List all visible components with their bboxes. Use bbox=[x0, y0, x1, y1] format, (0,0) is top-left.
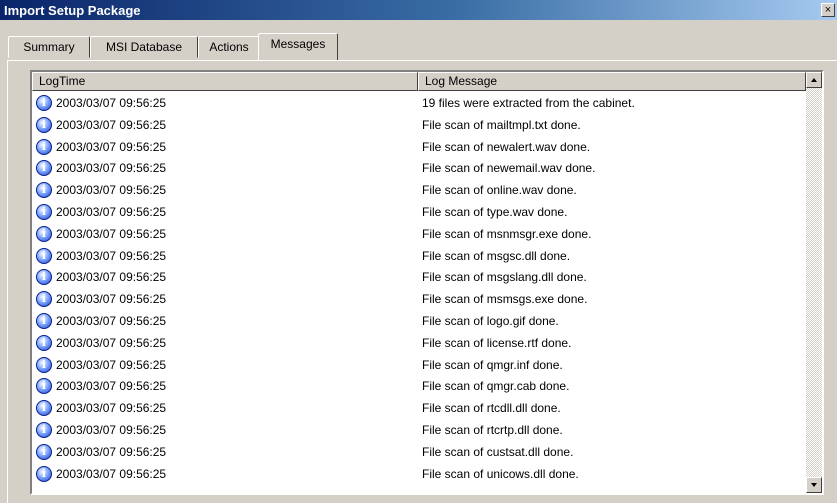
table-row[interactable]: i 2003/03/07 09:56:25 File scan of custsat… bbox=[32, 442, 806, 464]
info-icon: i bbox=[36, 356, 52, 373]
log-message-cell: 19 files were extracted from the cabinet… bbox=[422, 96, 635, 110]
info-icon: i bbox=[36, 465, 52, 482]
scroll-up-button[interactable] bbox=[806, 72, 822, 88]
table-row[interactable]: i 2003/03/07 09:56:25 File scan of rtcrtp.… bbox=[32, 420, 806, 442]
log-message-cell: File scan of mailtmpl.txt done. bbox=[422, 117, 581, 132]
window-title: Import Setup Package bbox=[4, 3, 141, 18]
info-icon: i bbox=[36, 269, 52, 286]
log-message-cell: File scan of logo.gif done. bbox=[422, 313, 559, 328]
log-message-cell: File scan of license.rtf done. bbox=[422, 335, 572, 350]
table-row[interactable]: i 2003/03/07 09:56:25 File scan of newaler… bbox=[32, 137, 806, 159]
log-time-cell: 2003/03/07 09:56:25 bbox=[56, 226, 167, 241]
log-time-cell: 2003/03/07 09:56:25 bbox=[56, 466, 167, 481]
table-row[interactable]: i 2003/03/07 09:56:25 File scan of unicows… bbox=[32, 464, 806, 486]
log-time-cell: 2003/03/07 09:56:25 bbox=[56, 117, 167, 132]
info-icon: i bbox=[36, 225, 52, 242]
log-message-cell: File scan of qmgr.cab done. bbox=[422, 379, 570, 394]
arrow-down-icon bbox=[811, 483, 817, 487]
log-message-cell: File scan of rtcrtp.dll done. bbox=[422, 422, 563, 437]
log-time-cell: 2003/03/07 09:56:25 bbox=[56, 183, 167, 198]
log-time-cell: 2003/03/07 09:56:25 bbox=[56, 335, 167, 350]
log-message-cell: File scan of unicows.dll done. bbox=[422, 466, 579, 481]
log-time-cell: 2003/03/07 09:56:25 bbox=[56, 422, 167, 437]
info-icon: i bbox=[36, 182, 52, 199]
log-message-cell: File scan of newalert.wav done. bbox=[422, 139, 591, 154]
log-time-cell: 2003/03/07 09:56:25 bbox=[56, 96, 167, 110]
log-message-cell: File scan of qmgr.inf done. bbox=[422, 357, 563, 372]
log-list[interactable]: LogTime Log Message i 2003/03/07 09:56:25… bbox=[30, 70, 824, 495]
list-header: LogTime Log Message bbox=[32, 72, 806, 91]
table-row[interactable]: i 2003/03/07 09:56:25 File scan of mailtmp… bbox=[32, 115, 806, 137]
log-time-cell: 2003/03/07 09:56:25 bbox=[56, 444, 167, 459]
log-message-cell: File scan of custsat.dll done. bbox=[422, 444, 574, 459]
info-icon: i bbox=[36, 138, 52, 155]
info-icon: i bbox=[36, 421, 52, 438]
log-time-cell: 2003/03/07 09:56:25 bbox=[56, 204, 167, 219]
scroll-down-button[interactable] bbox=[806, 477, 822, 493]
tab-msi-database[interactable]: MSI Database bbox=[90, 36, 198, 58]
close-button[interactable]: × bbox=[821, 3, 835, 17]
log-message-cell: File scan of newemail.wav done. bbox=[422, 161, 596, 176]
info-icon: i bbox=[36, 116, 52, 133]
info-icon: i bbox=[36, 203, 52, 220]
log-message-cell: File scan of msnmsgr.exe done. bbox=[422, 226, 592, 241]
table-row[interactable]: i 2003/03/07 09:56:25 File scan of type.wa… bbox=[32, 202, 806, 224]
log-message-cell: File scan of online.wav done. bbox=[422, 183, 577, 198]
table-row[interactable]: i 2003/03/07 09:56:25 19 files were extrac… bbox=[32, 93, 806, 115]
tab-actions[interactable]: Actions bbox=[198, 36, 260, 58]
table-row[interactable]: i 2003/03/07 09:56:25 File scan of license… bbox=[32, 333, 806, 355]
table-row[interactable]: i 2003/03/07 09:56:25 File scan of msgsc.d… bbox=[32, 246, 806, 268]
info-icon: i bbox=[36, 378, 52, 395]
log-message-cell: File scan of type.wav done. bbox=[422, 204, 568, 219]
table-row[interactable]: i 2003/03/07 09:56:25 File scan of qmgr.ca… bbox=[32, 376, 806, 398]
log-message-cell: File scan of msmsgs.exe done. bbox=[422, 292, 588, 307]
table-row[interactable]: i 2003/03/07 09:56:25 File scan of msgslan… bbox=[32, 267, 806, 289]
table-row[interactable]: i 2003/03/07 09:56:25 File scan of logo.gi… bbox=[32, 311, 806, 333]
column-header-logtime[interactable]: LogTime bbox=[32, 72, 418, 91]
vertical-scrollbar[interactable] bbox=[806, 72, 822, 493]
log-time-cell: 2003/03/07 09:56:25 bbox=[56, 139, 167, 154]
info-icon: i bbox=[36, 247, 52, 264]
log-time-cell: 2003/03/07 09:56:25 bbox=[56, 379, 167, 394]
tab-summary[interactable]: Summary bbox=[8, 36, 90, 58]
table-row[interactable]: i 2003/03/07 09:56:25 File scan of online.… bbox=[32, 180, 806, 202]
log-message-cell: File scan of msgsc.dll done. bbox=[422, 248, 571, 263]
log-time-cell: 2003/03/07 09:56:25 bbox=[56, 270, 167, 285]
table-row[interactable]: i 2003/03/07 09:56:25 File scan of rtcdll.… bbox=[32, 398, 806, 420]
info-icon: i bbox=[36, 400, 52, 417]
list-rows: i 2003/03/07 09:56:25 19 files were extrac… bbox=[32, 93, 806, 485]
info-icon: i bbox=[36, 443, 52, 460]
info-icon: i bbox=[36, 291, 52, 308]
info-icon: i bbox=[36, 312, 52, 329]
info-icon: i bbox=[36, 160, 52, 177]
info-icon: i bbox=[36, 95, 52, 111]
column-header-log-message[interactable]: Log Message bbox=[418, 72, 806, 91]
log-time-cell: 2003/03/07 09:56:25 bbox=[56, 401, 167, 416]
log-time-cell: 2003/03/07 09:56:25 bbox=[56, 161, 167, 176]
log-time-cell: 2003/03/07 09:56:25 bbox=[56, 248, 167, 263]
table-row[interactable]: i 2003/03/07 09:56:25 File scan of msmsgs.… bbox=[32, 289, 806, 311]
table-row[interactable]: i 2003/03/07 09:56:25 File scan of qmgr.in… bbox=[32, 355, 806, 377]
table-row[interactable]: i 2003/03/07 09:56:25 File scan of msnmsgr… bbox=[32, 224, 806, 246]
log-time-cell: 2003/03/07 09:56:25 bbox=[56, 357, 167, 372]
log-message-cell: File scan of rtcdll.dll done. bbox=[422, 401, 561, 416]
info-icon: i bbox=[36, 334, 52, 351]
title-bar: Import Setup Package × bbox=[0, 0, 837, 20]
tab-messages[interactable]: Messages bbox=[258, 33, 338, 60]
log-time-cell: 2003/03/07 09:56:25 bbox=[56, 292, 167, 307]
log-message-cell: File scan of msgslang.dll done. bbox=[422, 270, 587, 285]
table-row[interactable]: i 2003/03/07 09:56:25 File scan of newemai… bbox=[32, 158, 806, 180]
log-time-cell: 2003/03/07 09:56:25 bbox=[56, 313, 167, 328]
arrow-up-icon bbox=[811, 78, 817, 82]
